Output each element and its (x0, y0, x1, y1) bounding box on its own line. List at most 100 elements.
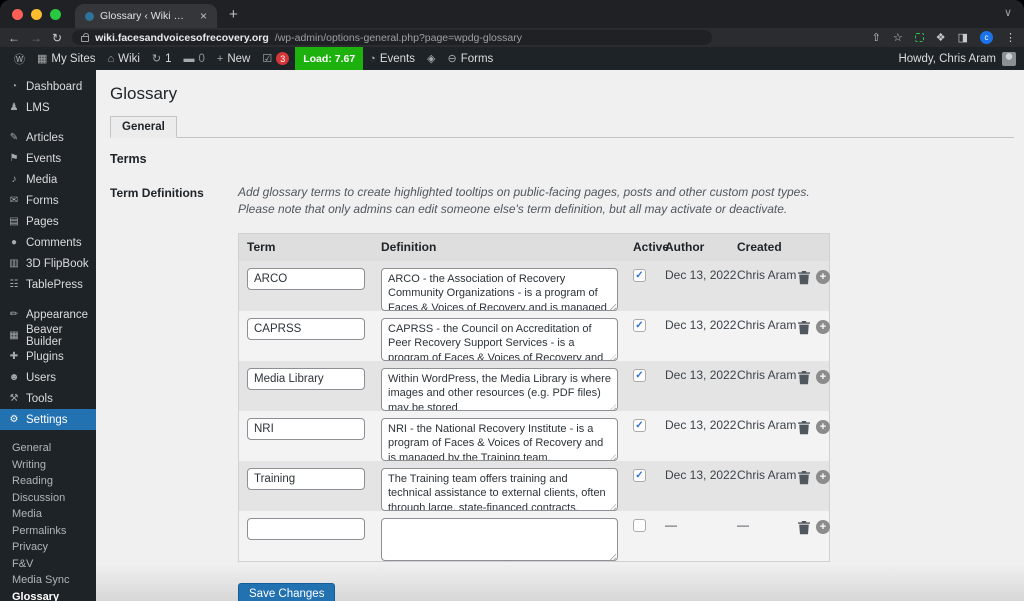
definition-textarea[interactable] (381, 267, 618, 311)
definition-textarea[interactable] (381, 317, 618, 361)
resize-grip-icon[interactable] (609, 303, 616, 311)
tab-general[interactable]: General (110, 116, 177, 138)
author-name: Chris Aram (737, 467, 797, 482)
active-checkbox[interactable]: ✓ (633, 268, 646, 282)
settings-submenu-general[interactable]: General (0, 439, 96, 456)
sidebar-item-media[interactable]: ♪ Media (0, 169, 96, 190)
user-avatar[interactable] (1002, 51, 1016, 66)
adminbar-item-site-wiki[interactable]: ⌂ Wiki (102, 47, 146, 70)
delete-row-icon[interactable] (797, 470, 811, 485)
add-row-icon[interactable]: + (816, 320, 830, 335)
definition-textarea[interactable] (381, 367, 618, 411)
settings-submenu-media-sync[interactable]: Media Sync (0, 571, 96, 588)
definition-textarea[interactable] (381, 517, 618, 561)
close-window-button[interactable] (12, 8, 23, 20)
side-panel-icon[interactable]: ◨ (958, 31, 968, 44)
definition-textarea[interactable] (381, 467, 618, 511)
settings-submenu-privacy[interactable]: Privacy (0, 538, 96, 555)
settings-submenu-permalinks[interactable]: Permalinks (0, 522, 96, 539)
delete-row-icon[interactable] (797, 270, 811, 285)
delete-row-icon[interactable] (797, 520, 811, 535)
resize-grip-icon[interactable] (609, 403, 616, 411)
sidebar-item-forms[interactable]: ✉ Forms (0, 190, 96, 211)
sidebar-item-tools[interactable]: ⚒ Tools (0, 388, 96, 409)
sidebar-item-appearance[interactable]: ✏ Appearance (0, 304, 96, 325)
sidebar-item-users[interactable]: ☻ Users (0, 367, 96, 388)
sidebar-item-settings[interactable]: ⚙ Settings (0, 409, 96, 430)
add-row-icon[interactable]: + (816, 470, 830, 485)
howdy-account-link[interactable]: Howdy, Chris Aram (898, 53, 996, 65)
screen-capture-icon[interactable] (914, 33, 924, 42)
extensions-puzzle-icon[interactable]: ❖ (936, 31, 946, 44)
settings-submenu-writing[interactable]: Writing (0, 456, 96, 473)
adminbar-item-my-sites[interactable]: ▦ My Sites (31, 47, 102, 70)
zoom-window-button[interactable] (50, 8, 61, 20)
address-bar[interactable]: wiki.facesandvoicesofrecovery.org /wp-ad… (72, 30, 713, 45)
tab-close-icon[interactable]: × (200, 9, 207, 23)
reload-button[interactable]: ↻ (52, 32, 62, 44)
sidebar-item-events[interactable]: ⚑ Events (0, 148, 96, 169)
active-checkbox[interactable]: ✓ (633, 418, 646, 432)
term-input[interactable] (247, 467, 365, 490)
diamond-plugin-icon: ◈ (427, 53, 436, 65)
sidebar-item-articles[interactable]: ✎ Articles (0, 127, 96, 148)
active-checkbox[interactable] (633, 518, 646, 532)
adminbar-item-new-content[interactable]: + New (211, 47, 256, 70)
term-input[interactable] (247, 267, 365, 290)
profile-avatar[interactable]: c (980, 31, 993, 44)
resize-grip-icon[interactable] (609, 503, 616, 511)
resize-grip-icon[interactable] (609, 553, 616, 561)
add-row-icon[interactable]: + (816, 520, 830, 535)
adminbar-label: New (227, 52, 251, 65)
term-input[interactable] (247, 517, 365, 540)
bookmark-star-icon[interactable]: ☆ (893, 31, 903, 44)
window-controls[interactable] (12, 8, 61, 20)
active-checkbox[interactable]: ✓ (633, 468, 646, 482)
minimize-window-button[interactable] (31, 8, 42, 20)
settings-submenu-discussion[interactable]: Discussion (0, 489, 96, 506)
delete-row-icon[interactable] (797, 420, 811, 435)
add-row-icon[interactable]: + (816, 420, 830, 435)
menu-kebab-icon[interactable]: ⋮ (1005, 31, 1016, 44)
forward-button[interactable]: → (30, 32, 42, 44)
sidebar-item-pages[interactable]: ▤ Pages (0, 211, 96, 232)
active-checkbox[interactable]: ✓ (633, 318, 646, 332)
term-input[interactable] (247, 317, 365, 340)
adminbar-item-server-load[interactable]: Load: 7.67 (295, 47, 364, 70)
settings-submenu-reading[interactable]: Reading (0, 472, 96, 489)
term-input[interactable] (247, 417, 365, 440)
adminbar-item-comments[interactable]: ▬ 0 (178, 47, 211, 70)
browser-tab[interactable]: Glossary ‹ Wiki — WordPress × (75, 4, 217, 28)
save-changes-button[interactable]: Save Changes (238, 582, 336, 601)
add-row-icon[interactable]: + (816, 270, 830, 285)
sidebar-item-tablepress[interactable]: ☷ TablePress (0, 274, 96, 295)
sidebar-item-plugins[interactable]: ✚ Plugins (0, 346, 96, 367)
settings-submenu-media[interactable]: Media (0, 505, 96, 522)
adminbar-item-updates[interactable]: ↻ 1 (146, 47, 178, 70)
sidebar-item-lms[interactable]: ♟ LMS (0, 97, 96, 118)
chevron-down-icon[interactable]: ∨ (1004, 6, 1012, 19)
settings-submenu-f-v[interactable]: F&V (0, 555, 96, 572)
term-input[interactable] (247, 367, 365, 390)
resize-grip-icon[interactable] (609, 353, 616, 361)
sidebar-item-comments[interactable]: ● Comments (0, 232, 96, 253)
definition-textarea[interactable] (381, 417, 618, 461)
active-checkbox[interactable]: ✓ (633, 368, 646, 382)
sidebar-item-beaver-builder[interactable]: ▦ Beaver Builder (0, 324, 96, 348)
section-heading-terms: Terms (110, 152, 147, 166)
delete-row-icon[interactable] (797, 320, 811, 335)
adminbar-item-events[interactable]: ◔ Events (363, 47, 421, 70)
new-tab-button[interactable]: + (229, 6, 238, 23)
settings-submenu-glossary[interactable]: Glossary (0, 588, 96, 601)
adminbar-item-forms[interactable]: ⊖ Forms (441, 47, 499, 70)
adminbar-item-plugin-alerts[interactable]: ☑ 3 (256, 47, 295, 70)
adminbar-item-diamond-plugin[interactable]: ◈ (421, 47, 441, 70)
sidebar-item-3d-flipbook[interactable]: ▥ 3D FlipBook (0, 253, 96, 274)
sidebar-item-dashboard[interactable]: ◔ Dashboard (0, 76, 96, 97)
resize-grip-icon[interactable] (609, 453, 616, 461)
back-button[interactable]: ← (8, 32, 20, 44)
adminbar-item-wp-logo[interactable]: Ⓦ (8, 47, 31, 70)
add-row-icon[interactable]: + (816, 370, 830, 385)
share-icon[interactable]: ⇧ (872, 31, 881, 44)
delete-row-icon[interactable] (797, 370, 811, 385)
